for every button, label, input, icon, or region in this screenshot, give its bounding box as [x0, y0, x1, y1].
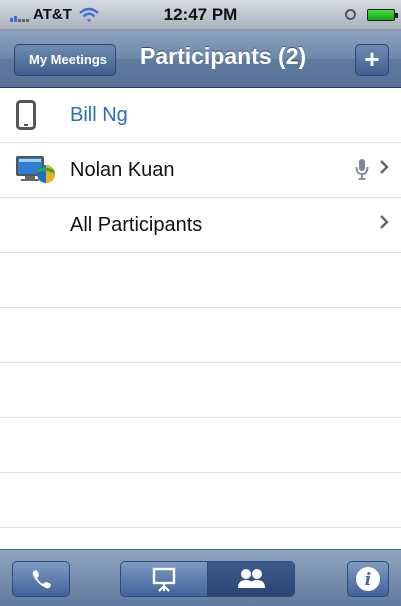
participant-row[interactable]: Bill Ng: [0, 88, 401, 143]
empty-row: [0, 473, 401, 528]
participant-row[interactable]: Nolan Kuan: [0, 143, 401, 198]
mobile-phone-icon: [16, 100, 36, 130]
alarm-icon: [345, 9, 356, 20]
navigation-bar: My Meetings Participants (2) +: [0, 30, 401, 88]
empty-row: [0, 418, 401, 473]
empty-row: [0, 363, 401, 418]
chevron-right-icon: [380, 215, 389, 229]
participant-row[interactable]: All Participants: [0, 198, 401, 253]
chevron-right-icon: [380, 160, 389, 174]
participant-list: Bill Ng Nolan Kuan All Participants: [0, 88, 401, 528]
presentation-icon: [152, 567, 176, 592]
participants-tab[interactable]: [207, 562, 294, 596]
computer-globe-icon: [16, 156, 55, 183]
add-button[interactable]: +: [355, 44, 389, 76]
back-button-label: My Meetings: [29, 52, 108, 67]
page-title: Participants (2): [140, 43, 307, 69]
battery-icon: [367, 9, 398, 21]
empty-row: [0, 308, 401, 363]
status-bar: AT&T 12:47 PM: [0, 0, 401, 30]
info-icon: i: [356, 567, 380, 591]
bottom-toolbar: i: [0, 549, 401, 606]
participants-icon: [238, 569, 265, 588]
back-button[interactable]: My Meetings: [14, 44, 117, 76]
participant-name: Bill Ng: [70, 104, 128, 126]
phone-button[interactable]: [12, 561, 70, 597]
participant-name: All Participants: [70, 214, 203, 236]
svg-text:i: i: [365, 570, 371, 590]
microphone-icon: [355, 159, 369, 180]
clock: 12:47 PM: [163, 5, 238, 24]
info-button[interactable]: i: [347, 561, 389, 597]
phone-icon: [32, 570, 51, 589]
participant-name: Nolan Kuan: [70, 159, 175, 181]
empty-row: [0, 253, 401, 308]
view-segmented-control: [120, 561, 295, 597]
presentation-tab[interactable]: [121, 562, 207, 596]
